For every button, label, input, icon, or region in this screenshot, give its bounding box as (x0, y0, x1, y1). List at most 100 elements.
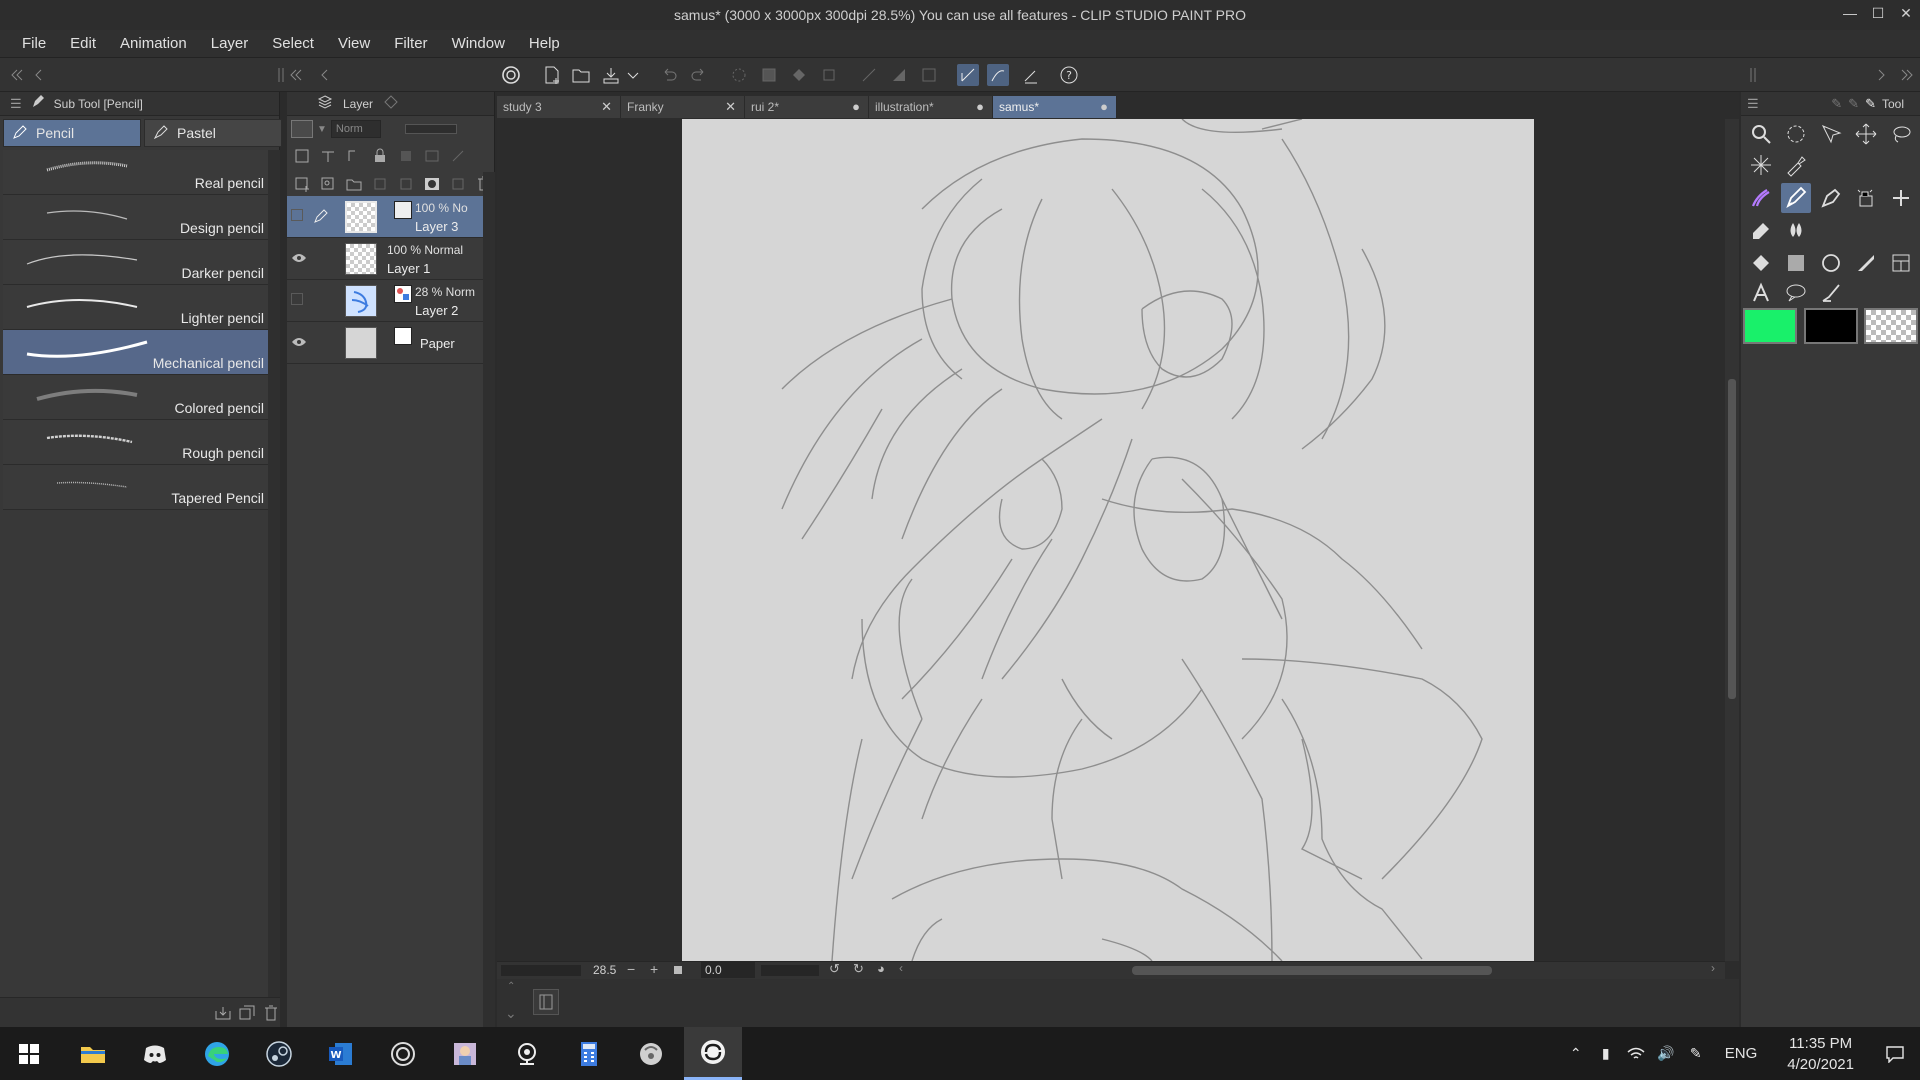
transparent-color-swatch[interactable] (1864, 308, 1918, 344)
panel-handle-icon[interactable] (1742, 64, 1764, 86)
zoom-in-icon[interactable]: + (650, 961, 658, 977)
rotation-slider[interactable] (761, 965, 819, 976)
new-raster-layer-icon[interactable] (293, 175, 311, 193)
open-folder-icon[interactable] (570, 64, 592, 86)
clear-outside-icon[interactable] (758, 64, 780, 86)
eraser-tool-icon[interactable] (1746, 214, 1776, 244)
brush-tool-icon[interactable] (1746, 183, 1776, 213)
figure-tool-icon[interactable] (1816, 248, 1846, 278)
zoom-slider[interactable] (501, 965, 581, 976)
menu-select[interactable]: Select (260, 30, 326, 58)
pencil-icon[interactable]: ✎ (1865, 96, 1876, 112)
eye-icon[interactable] (291, 251, 307, 265)
ruler-tool-icon[interactable] (1886, 248, 1916, 278)
sub-color-swatch[interactable] (1804, 308, 1858, 344)
delete-subtool-icon[interactable] (262, 1005, 280, 1021)
zoom-value[interactable]: 28.5 (593, 963, 616, 977)
move-tool-icon[interactable] (1851, 119, 1881, 149)
chevron-up-icon[interactable]: ⌃ (1561, 1045, 1591, 1062)
layer-row-paper[interactable]: Paper (287, 322, 483, 364)
tab-samus[interactable]: samus* ● (993, 96, 1117, 118)
tab-illustration[interactable]: illustration* ● (869, 96, 993, 118)
zoom-tool-icon[interactable] (1746, 119, 1776, 149)
rotate-right-icon[interactable]: ↻ (853, 961, 864, 977)
menu-file[interactable]: File (10, 30, 58, 58)
collapse-left-icon[interactable] (6, 64, 28, 86)
chevron-right-icon[interactable]: › (1711, 961, 1715, 975)
more-icon[interactable] (449, 147, 467, 165)
duplicate-subtool-icon[interactable] (238, 1005, 256, 1021)
brush-item-darker-pencil[interactable]: Darker pencil (3, 240, 268, 285)
transfer-down-icon[interactable] (371, 175, 389, 193)
image-viewer-icon[interactable] (436, 1027, 494, 1080)
help-icon[interactable]: ? (1058, 64, 1080, 86)
tab-pencil[interactable]: Pencil (3, 119, 141, 147)
collapse-left-icon[interactable] (285, 64, 307, 86)
word-icon[interactable]: W (312, 1027, 370, 1080)
new-file-icon[interactable] (541, 64, 563, 86)
ruler-icon[interactable] (858, 64, 880, 86)
notification-icon[interactable] (1870, 1045, 1920, 1063)
pen-icon[interactable]: ✎ (1681, 1045, 1711, 1062)
lock-transparent-icon[interactable] (397, 147, 415, 165)
brush-item-rough-pencil[interactable]: Rough pencil (3, 420, 268, 465)
deselect-icon[interactable] (918, 64, 940, 86)
menu-window[interactable]: Window (440, 30, 517, 58)
menu-icon[interactable]: ☰ (10, 96, 22, 112)
canvas-vertical-scrollbar[interactable] (1725, 119, 1739, 961)
menu-view[interactable]: View (326, 30, 382, 58)
layer-row-layer-2[interactable]: 28 % Norm Layer 2 (287, 280, 483, 322)
visibility-toggle[interactable] (291, 209, 303, 221)
mask-icon[interactable] (423, 147, 441, 165)
fit-icon[interactable] (674, 966, 682, 974)
tab-rui-2[interactable]: rui 2* ● (745, 96, 869, 118)
steam-icon[interactable] (250, 1027, 308, 1080)
layer-mask-icon[interactable] (423, 175, 441, 193)
ruler-layer-icon[interactable] (319, 147, 337, 165)
chevron-left-icon[interactable] (28, 64, 50, 86)
volume-icon[interactable]: 🔊 (1651, 1045, 1681, 1062)
text-tool-icon[interactable] (1746, 278, 1776, 308)
undo-icon[interactable] (658, 64, 680, 86)
redo-icon[interactable] (688, 64, 710, 86)
collapse-right-icon[interactable] (1896, 64, 1918, 86)
selection-tool-icon[interactable] (1781, 119, 1811, 149)
brush-item-colored-pencil[interactable]: Colored pencil (3, 375, 268, 420)
gradient-tool-icon[interactable] (1781, 248, 1811, 278)
pen-tab-icon[interactable]: ✎ (1831, 96, 1842, 112)
chevron-down-icon[interactable]: ▼ (317, 124, 327, 135)
calculator-icon[interactable] (560, 1027, 618, 1080)
clear-icon[interactable] (728, 64, 750, 86)
fill-icon[interactable] (788, 64, 810, 86)
language-indicator[interactable]: ENG (1711, 1045, 1772, 1062)
tab-pastel[interactable]: Pastel (144, 119, 282, 147)
lasso-tool-icon[interactable] (1886, 119, 1916, 149)
reference-layer-icon[interactable] (293, 147, 311, 165)
brush-item-design-pencil[interactable]: Design pencil (3, 195, 268, 240)
chevron-left-icon[interactable] (314, 64, 336, 86)
eye-icon[interactable] (291, 335, 307, 349)
opacity-slider[interactable] (404, 124, 457, 134)
chevron-down-icon[interactable] (622, 64, 644, 86)
minimize-icon[interactable]: — (1842, 4, 1858, 22)
chevron-up-icon[interactable]: ⌃ (507, 981, 515, 992)
chevron-left-icon[interactable]: ‹ (899, 961, 903, 975)
reset-rotation-icon[interactable]: ◕ (877, 961, 885, 976)
canvas-horizontal-scrollbar[interactable] (1132, 966, 1492, 975)
close-icon[interactable]: ✕ (1898, 4, 1914, 22)
fill-tool-icon[interactable] (1746, 248, 1776, 278)
clip-studio-icon[interactable] (374, 1027, 432, 1080)
sparkle-tool-icon[interactable] (1746, 150, 1776, 180)
modified-dot-icon[interactable]: ● (1100, 99, 1108, 114)
layer-scrollbar[interactable] (483, 172, 495, 1027)
panel-layout-icon[interactable] (533, 989, 559, 1015)
balloon-tool-icon[interactable] (1781, 278, 1811, 308)
tab-franky[interactable]: Franky ✕ (621, 96, 745, 118)
close-icon[interactable]: ✕ (725, 99, 736, 115)
file-explorer-icon[interactable] (64, 1027, 122, 1080)
battery-icon[interactable]: ▮ (1591, 1045, 1621, 1062)
decoration-tool-icon[interactable] (1886, 183, 1916, 213)
menu-layer[interactable]: Layer (199, 30, 261, 58)
snap-special-ruler-icon[interactable] (987, 64, 1009, 86)
airbrush-tool-icon[interactable] (1851, 183, 1881, 213)
